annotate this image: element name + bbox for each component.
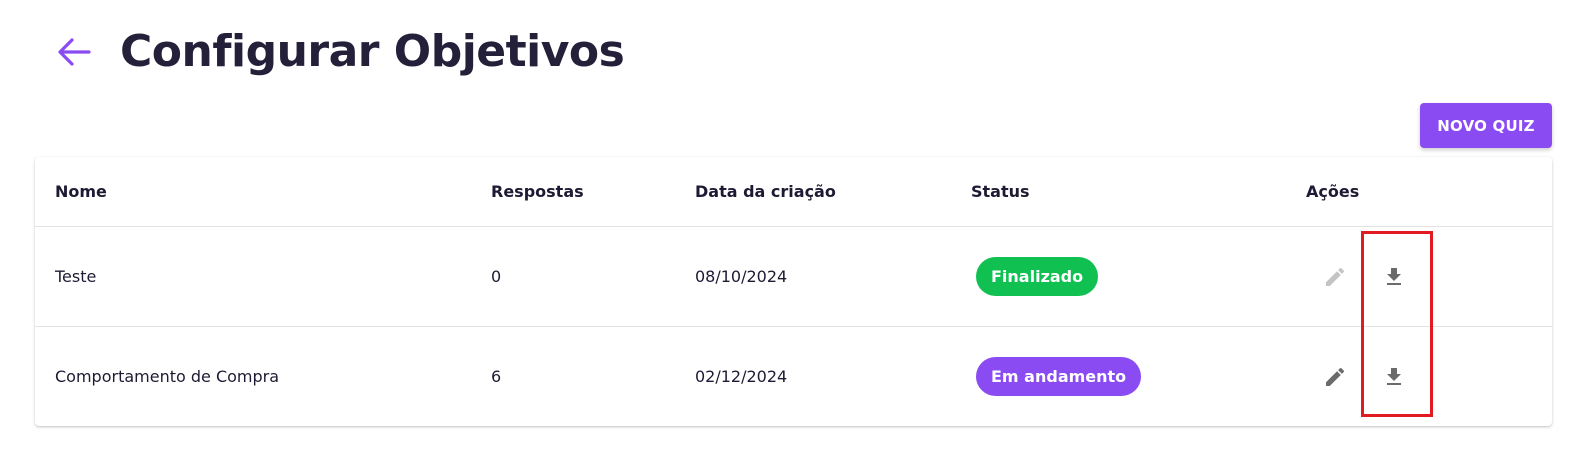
table-header-row: Nome Respostas Data da criação Status Aç… bbox=[35, 157, 1552, 227]
status-badge: Finalizado bbox=[976, 257, 1099, 296]
new-quiz-button[interactable]: NOVO QUIZ bbox=[1420, 103, 1552, 148]
column-header-status: Status bbox=[971, 182, 1030, 201]
column-header-nome: Nome bbox=[55, 182, 107, 201]
edit-button[interactable] bbox=[1315, 257, 1355, 297]
highlight-annotation-box bbox=[1361, 231, 1433, 417]
cell-status: Em andamento bbox=[976, 327, 1142, 426]
table-row: Comportamento de Compra 6 02/12/2024 Em … bbox=[35, 327, 1552, 426]
pencil-icon bbox=[1326, 267, 1345, 286]
cell-respostas: 6 bbox=[491, 367, 502, 386]
cell-respostas: 0 bbox=[491, 267, 502, 286]
back-button[interactable] bbox=[52, 30, 96, 74]
pencil-icon bbox=[1326, 367, 1345, 386]
column-header-acoes: Ações bbox=[1306, 182, 1360, 201]
quiz-table: Nome Respostas Data da criação Status Aç… bbox=[35, 157, 1552, 426]
cell-nome: Comportamento de Compra bbox=[55, 367, 280, 386]
table-row: Teste 0 08/10/2024 Finalizado bbox=[35, 227, 1552, 327]
page-title: Configurar Objetivos bbox=[120, 26, 625, 77]
arrow-left-icon bbox=[58, 38, 91, 66]
column-header-data-criacao: Data da criação bbox=[695, 182, 836, 201]
cell-status: Finalizado bbox=[976, 227, 1099, 326]
cell-data-criacao: 08/10/2024 bbox=[695, 267, 788, 286]
column-header-respostas: Respostas bbox=[491, 182, 584, 201]
page-header: Configurar Objetivos bbox=[52, 26, 625, 77]
status-badge: Em andamento bbox=[976, 357, 1142, 396]
edit-button[interactable] bbox=[1315, 357, 1355, 397]
cell-nome: Teste bbox=[55, 267, 97, 286]
cell-data-criacao: 02/12/2024 bbox=[695, 367, 788, 386]
